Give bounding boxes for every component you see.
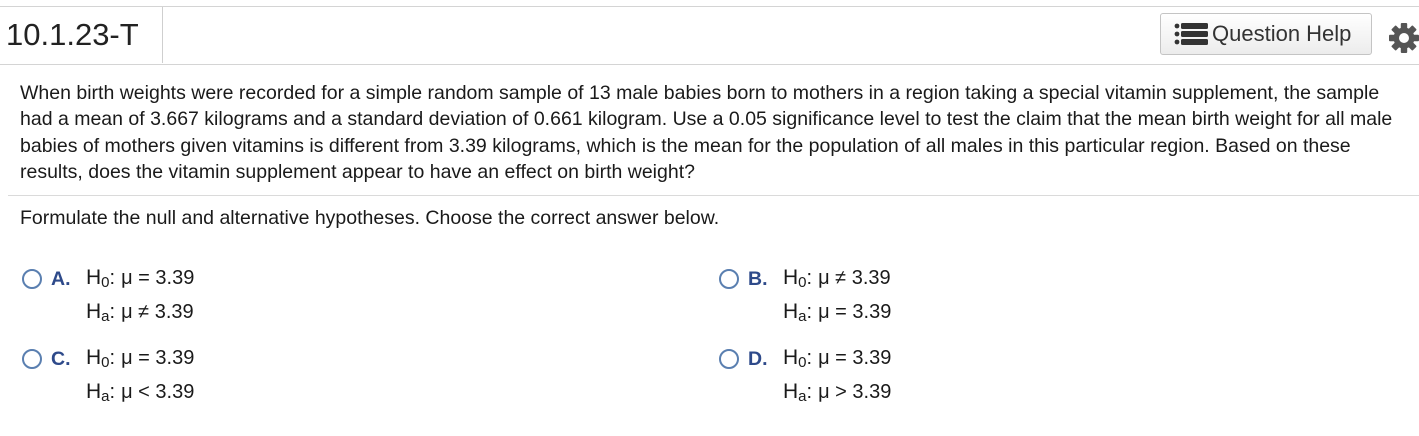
null-relation: μ ≠ 3.39 (818, 267, 891, 289)
null-hypothesis: H0: μ ≠ 3.39 (783, 266, 891, 291)
radio-icon[interactable] (22, 349, 42, 369)
alternative-hypothesis: Ha: μ < 3.39 (86, 380, 195, 405)
question-help-button[interactable]: Question Help (1160, 13, 1372, 55)
alternative-relation: μ > 3.39 (818, 381, 892, 403)
question-help-label: Question Help (1212, 21, 1352, 46)
null-hypothesis: H0: μ = 3.39 (783, 346, 892, 371)
alternative-hypothesis: Ha: μ ≠ 3.39 (86, 300, 194, 325)
choice-letter: C. (51, 348, 71, 370)
null-relation: μ = 3.39 (818, 347, 892, 369)
instruction-text: Formulate the null and alternative hypot… (20, 207, 720, 229)
radio-icon[interactable] (719, 269, 739, 289)
alternative-relation: μ < 3.39 (121, 381, 195, 403)
header-divider-bottom (0, 64, 1419, 65)
question-header: 10.1.23-T Question Help (0, 7, 1419, 64)
null-hypothesis: H0: μ = 3.39 (86, 266, 195, 291)
choice-c[interactable]: C. H0: μ = 3.39 Ha: μ < 3.39 (22, 346, 522, 418)
alternative-relation: μ ≠ 3.39 (121, 301, 194, 323)
alternative-hypothesis: Ha: μ = 3.39 (783, 300, 892, 325)
section-divider (8, 195, 1419, 196)
choice-b[interactable]: B. H0: μ ≠ 3.39 Ha: μ = 3.39 (719, 266, 1219, 338)
radio-icon[interactable] (22, 269, 42, 289)
gear-icon[interactable] (1388, 22, 1419, 54)
alternative-hypothesis: Ha: μ > 3.39 (783, 380, 892, 405)
alternative-relation: μ = 3.39 (818, 301, 892, 323)
question-id: 10.1.23-T (6, 17, 139, 52)
null-hypothesis: H0: μ = 3.39 (86, 346, 195, 371)
choice-letter: B. (748, 268, 768, 290)
choice-letter: A. (51, 268, 71, 290)
choice-d[interactable]: D. H0: μ = 3.39 Ha: μ > 3.39 (719, 346, 1219, 418)
radio-icon[interactable] (719, 349, 739, 369)
choice-letter: D. (748, 348, 768, 370)
choice-a[interactable]: A. H0: μ = 3.39 Ha: μ ≠ 3.39 (22, 266, 522, 338)
null-relation: μ = 3.39 (121, 347, 195, 369)
problem-statement: When birth weights were recorded for a s… (20, 82, 1393, 183)
null-relation: μ = 3.39 (121, 267, 195, 289)
header-divider (162, 7, 163, 63)
list-icon (1174, 22, 1208, 46)
